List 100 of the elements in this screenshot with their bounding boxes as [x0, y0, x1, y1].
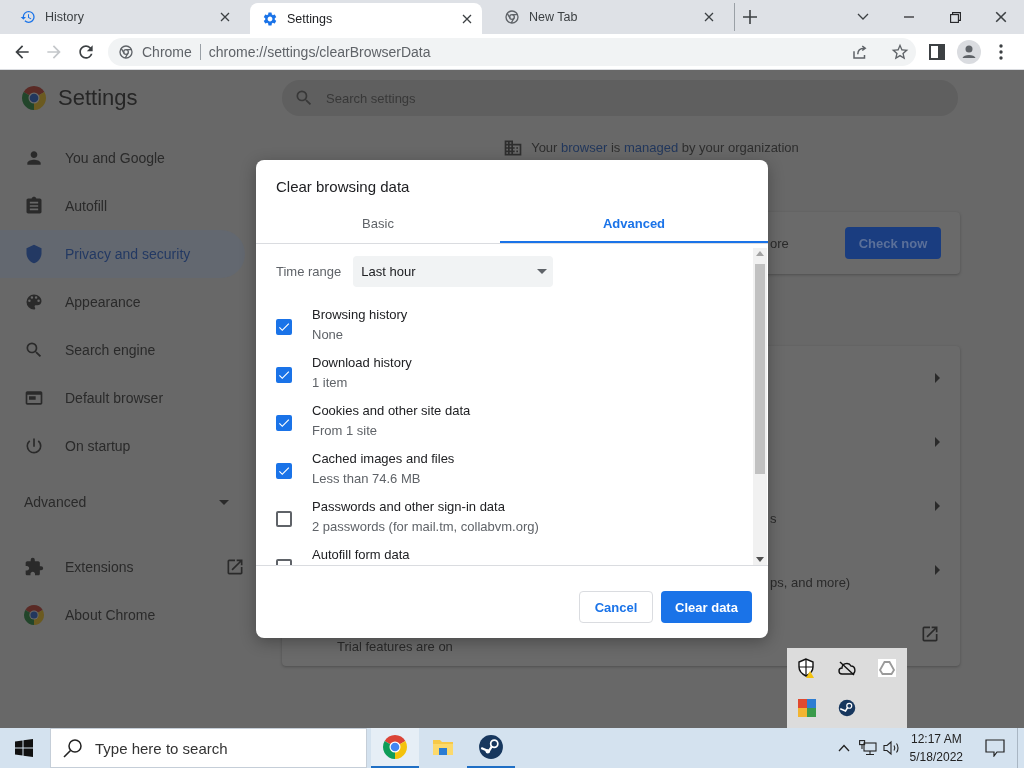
- dialog-tab[interactable]: Basic: [256, 205, 500, 243]
- page-title: Settings: [58, 85, 138, 111]
- check-icon: [277, 416, 291, 430]
- clear-data-button[interactable]: Clear data: [661, 591, 752, 623]
- sidebar-item[interactable]: About Chrome: [0, 591, 245, 639]
- check-now-button[interactable]: Check now: [845, 227, 941, 259]
- close-icon[interactable]: [462, 13, 472, 24]
- item-subtitle: Less than 74.6 MB: [312, 470, 422, 488]
- chrome-logo-icon: [22, 86, 46, 110]
- sidebar-item[interactable]: Search engine: [0, 326, 245, 374]
- network-icon[interactable]: [858, 740, 877, 756]
- managed-notice: Your browser is managed by your organization: [531, 139, 799, 157]
- plus-icon[interactable]: [743, 10, 757, 24]
- item-subtitle: From 1 site: [312, 422, 378, 440]
- caret-down-icon: [537, 269, 548, 274]
- item-title: Download history: [312, 354, 412, 372]
- browser-window-icon: [24, 388, 44, 408]
- time-range-label: Time range: [276, 264, 342, 279]
- checkbox[interactable]: [276, 511, 292, 527]
- more-menu-icon[interactable]: [999, 43, 1003, 60]
- open-in-new-icon: [920, 624, 940, 644]
- clock-time: 12:17 AM: [909, 731, 963, 748]
- history-icon: [20, 9, 36, 25]
- search-icon: [294, 88, 314, 108]
- volume-icon[interactable]: [882, 740, 901, 756]
- restore-icon[interactable]: [949, 11, 961, 23]
- sidebar-item[interactable]: Extensions: [0, 543, 245, 591]
- checkbox[interactable]: [276, 319, 292, 335]
- open-in-new-icon: [225, 557, 245, 577]
- checkbox[interactable]: [276, 463, 292, 479]
- search-icon: [63, 738, 83, 758]
- side-panel-icon[interactable]: [929, 43, 945, 60]
- cancel-button[interactable]: Cancel: [579, 591, 653, 623]
- arrow-right-icon: [935, 501, 940, 511]
- sidebar-item[interactable]: Autofill: [0, 182, 245, 230]
- sidebar-item[interactable]: Advanced: [0, 478, 245, 526]
- sidebar-item[interactable]: Appearance: [0, 278, 245, 326]
- palette-icon: [24, 292, 44, 312]
- time-range-dropdown[interactable]: Last hour: [353, 256, 554, 287]
- windows-logo-icon[interactable]: [15, 739, 33, 757]
- close-icon[interactable]: [995, 11, 1007, 23]
- steam-icon[interactable]: [838, 699, 856, 717]
- chrome-icon: [118, 43, 134, 60]
- dialog-tab[interactable]: Advanced: [500, 205, 768, 243]
- clock[interactable]: 12:17 AM 5/18/2022: [909, 730, 963, 766]
- site-chip: Chrome: [142, 43, 201, 60]
- checkbox[interactable]: [276, 415, 292, 431]
- search-icon: [24, 340, 44, 360]
- chevron-up-icon[interactable]: [837, 744, 850, 752]
- chevron-down-icon[interactable]: [857, 13, 869, 21]
- card-text: ore: [770, 235, 789, 251]
- notice-link[interactable]: managed: [623, 140, 679, 155]
- notice-link[interactable]: browser: [561, 140, 608, 155]
- shield-warning-icon[interactable]: [797, 658, 817, 678]
- scroll-down-icon[interactable]: [756, 557, 764, 562]
- puzzle-icon: [24, 557, 44, 577]
- check-icon: [277, 464, 291, 478]
- url-text: chrome://settings/clearBrowserData: [208, 43, 432, 60]
- building-icon: [503, 138, 524, 158]
- item-subtitle: 1 item: [312, 374, 349, 392]
- arrow-right-icon: [935, 565, 940, 575]
- item-subtitle: None: [312, 326, 345, 344]
- profile-icon[interactable]: [957, 39, 981, 64]
- item-title: Browsing history: [312, 306, 408, 324]
- close-icon[interactable]: [220, 12, 230, 22]
- browser-tab[interactable]: Settings: [250, 3, 482, 34]
- chrome-logo-icon: [24, 605, 44, 625]
- gear-icon: [262, 10, 278, 27]
- item-title: Cookies and other site data: [312, 402, 471, 420]
- sidebar-item[interactable]: Privacy and security: [0, 230, 245, 278]
- chrome-icon[interactable]: [383, 735, 407, 759]
- caret-down-icon: [219, 499, 229, 505]
- dialog-title: Clear browsing data: [275, 177, 411, 197]
- checkbox[interactable]: [276, 367, 292, 383]
- notification-icon[interactable]: [985, 739, 1005, 757]
- item-title: Passwords and other sign-in data: [312, 498, 506, 516]
- close-icon[interactable]: [704, 12, 714, 22]
- browser-tab[interactable]: New Tab: [492, 3, 724, 31]
- row-subtitle: ps, and more): [770, 575, 851, 590]
- sidebar-item[interactable]: On startup: [0, 422, 245, 470]
- check-icon: [277, 320, 291, 334]
- clipboard-icon: [24, 196, 44, 216]
- taskbar-search-field[interactable]: Type here to search: [50, 728, 367, 768]
- cloud-off-icon[interactable]: [837, 660, 857, 676]
- row-subtitle: s: [770, 511, 777, 526]
- item-subtitle: 2 passwords (for mail.tm, collabvm.org): [312, 518, 539, 536]
- sidebar-item[interactable]: You and Google: [0, 134, 245, 182]
- sidebar-item[interactable]: Default browser: [0, 374, 245, 422]
- item-title: Cached images and files: [312, 450, 455, 468]
- shield-icon: [24, 244, 44, 264]
- check-icon: [277, 368, 291, 382]
- item-title: Autofill form data: [312, 546, 410, 564]
- steam-icon[interactable]: [478, 734, 504, 760]
- row-subtitle: Trial features are on: [337, 639, 453, 654]
- scrollbar[interactable]: [753, 248, 767, 565]
- address-bar[interactable]: Chrome chrome://settings/clearBrowserData: [108, 37, 916, 66]
- arrow-right-icon: [935, 373, 940, 383]
- browser-tab[interactable]: History: [8, 3, 240, 31]
- arrow-right-icon: [935, 437, 940, 447]
- power-icon: [24, 436, 44, 456]
